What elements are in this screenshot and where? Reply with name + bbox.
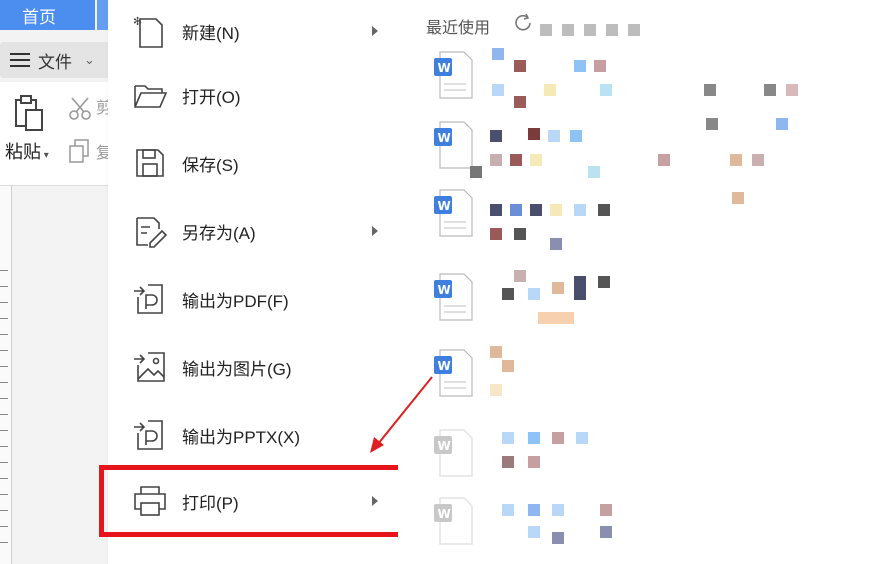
save-icon xyxy=(136,149,164,177)
hamburger-icon xyxy=(10,53,30,67)
cut-label: 剪 xyxy=(96,98,108,117)
ribbon-clipboard-group: 粘贴 ▾ 剪 复 xyxy=(0,82,110,186)
svg-text:W: W xyxy=(438,199,451,213)
blurred-text xyxy=(562,24,574,36)
submenu-arrow-icon xyxy=(372,226,378,236)
menu-item-open[interactable]: 打开(O) xyxy=(108,64,398,126)
menu-item-label: 新建(N) xyxy=(182,23,240,43)
copy-icon[interactable]: 复 xyxy=(68,138,108,166)
svg-text:W: W xyxy=(438,359,451,373)
word-document-icon: W xyxy=(434,429,473,477)
blurred-text xyxy=(540,24,552,36)
recent-panel: 最近使用 W W W W W W W xyxy=(398,0,892,564)
svg-text:W: W xyxy=(438,131,451,145)
menu-item-export-pdf[interactable]: 输出为PDF(F) xyxy=(108,268,398,330)
file-menu-button[interactable]: 文件 ⌄ xyxy=(0,42,110,78)
app-left-panel: 首页 文件 ⌄ 粘贴 ▾ 剪 复 xyxy=(0,0,110,564)
submenu-arrow-icon xyxy=(372,26,378,36)
blurred-text xyxy=(584,24,596,36)
svg-text:✻: ✻ xyxy=(133,15,142,28)
recent-item[interactable]: W xyxy=(434,48,874,110)
paste-label[interactable]: 粘贴 ▾ xyxy=(5,138,49,164)
save-as-icon xyxy=(136,217,168,248)
print-highlight-box xyxy=(99,465,408,537)
blurred-text xyxy=(606,24,618,36)
menu-item-label: 输出为图片(G) xyxy=(182,359,292,379)
recent-item[interactable]: W xyxy=(434,426,874,488)
file-menu-label: 文件 xyxy=(38,52,72,72)
word-document-icon: W xyxy=(434,51,473,99)
chevron-down-icon: ⌄ xyxy=(84,52,95,67)
new-file-icon: ✻ xyxy=(133,15,163,48)
export-image-icon xyxy=(134,352,165,382)
svg-text:W: W xyxy=(438,61,451,75)
svg-text:W: W xyxy=(438,507,451,521)
menu-item-export-pptx[interactable]: 输出为PPTX(X) xyxy=(108,404,398,466)
recent-item[interactable]: W xyxy=(434,494,874,556)
copy-label: 复 xyxy=(96,143,108,162)
vertical-ruler xyxy=(0,186,12,564)
word-document-icon: W xyxy=(434,189,473,237)
menu-item-label: 保存(S) xyxy=(182,155,239,175)
menu-item-label: 输出为PPTX(X) xyxy=(182,427,301,447)
blurred-text xyxy=(628,24,640,36)
recent-item[interactable]: W xyxy=(434,346,874,408)
recent-item[interactable]: W xyxy=(434,270,874,332)
export-pptx-icon xyxy=(134,420,163,450)
tab-home-label: 首页 xyxy=(22,7,56,27)
menu-item-export-image[interactable]: 输出为图片(G) xyxy=(108,336,398,398)
menu-item-new[interactable]: ✻ 新建(N) xyxy=(108,0,398,62)
menu-item-save-as[interactable]: 另存为(A) xyxy=(108,200,398,262)
tab-home[interactable]: 首页 xyxy=(0,0,95,30)
export-pdf-icon xyxy=(134,284,163,314)
word-document-icon: W xyxy=(434,273,473,321)
menu-item-label: 打开(O) xyxy=(182,87,241,107)
scissors-icon[interactable]: 剪 xyxy=(68,96,108,122)
menu-item-label: 输出为PDF(F) xyxy=(182,291,289,311)
paste-icon[interactable] xyxy=(14,94,46,134)
word-document-icon: W xyxy=(434,121,473,169)
menu-item-label: 另存为(A) xyxy=(182,223,256,243)
recent-title: 最近使用 xyxy=(426,20,491,37)
svg-text:W: W xyxy=(438,283,451,297)
folder-open-icon xyxy=(134,85,168,108)
refresh-icon[interactable] xyxy=(512,12,534,34)
menu-item-save[interactable]: 保存(S) xyxy=(108,132,398,194)
svg-text:W: W xyxy=(438,439,451,453)
recent-item[interactable]: W xyxy=(434,186,874,250)
recent-item[interactable]: W xyxy=(434,118,874,180)
word-document-icon: W xyxy=(434,349,473,397)
word-document-icon: W xyxy=(434,497,473,545)
